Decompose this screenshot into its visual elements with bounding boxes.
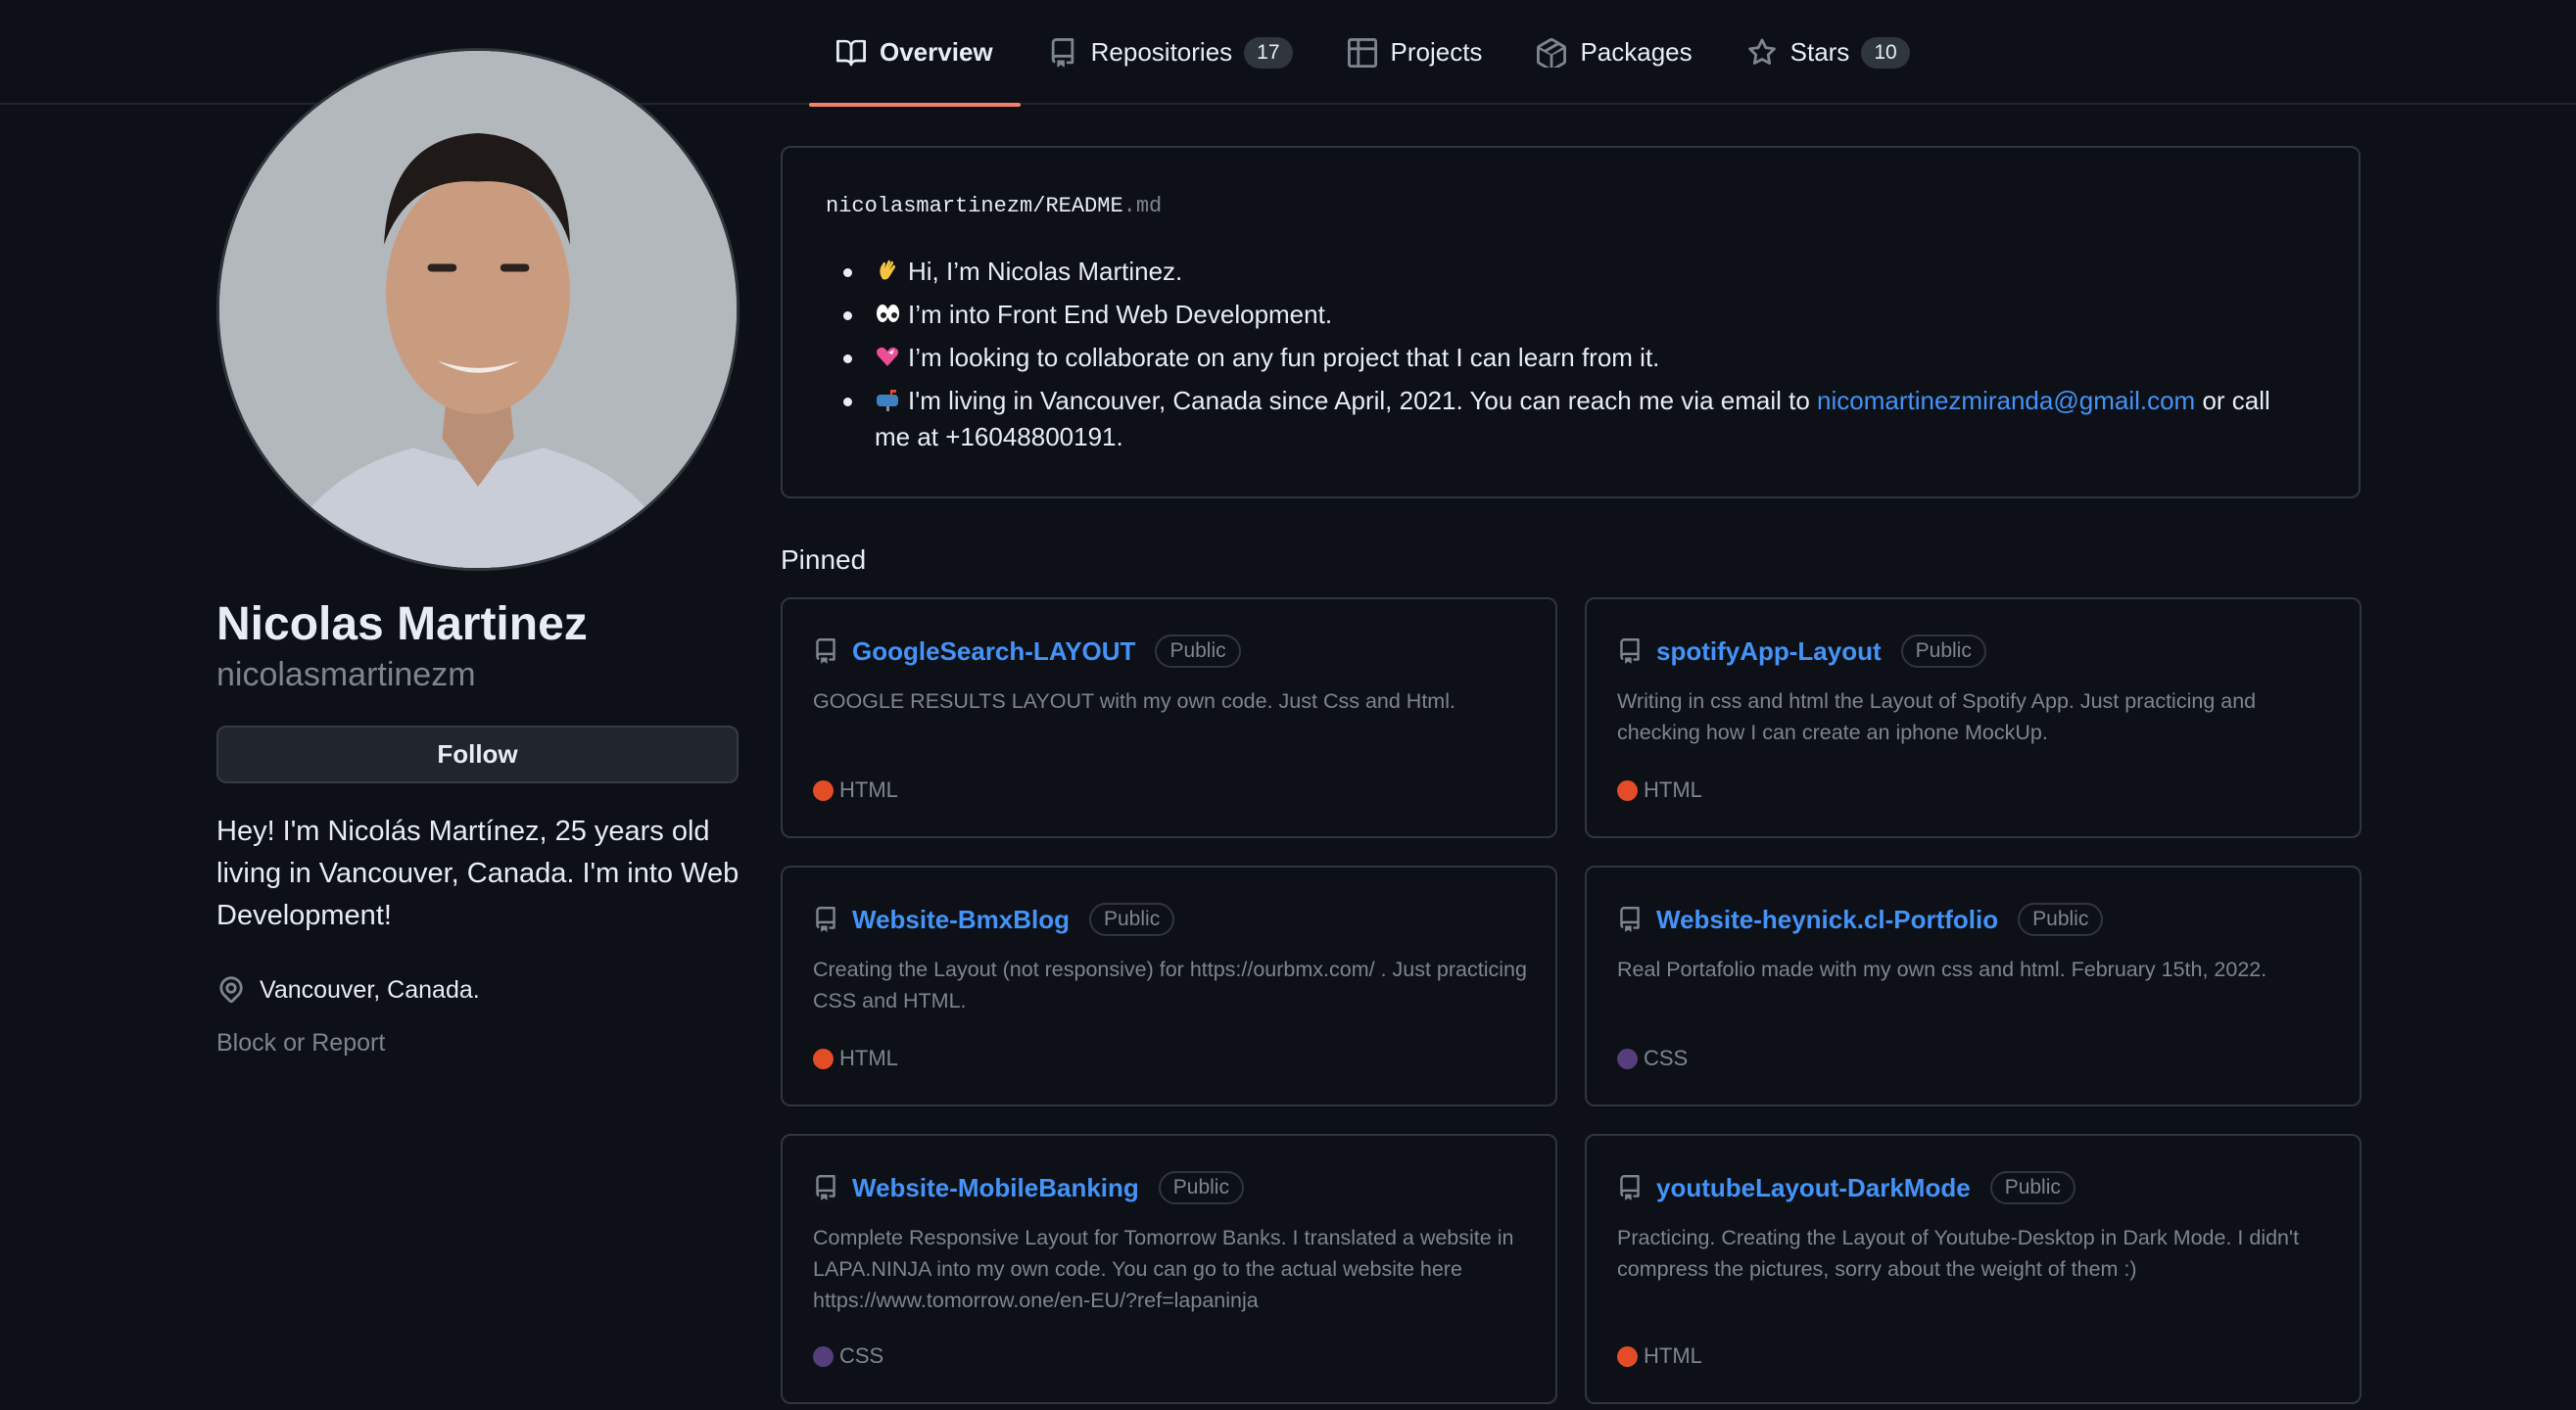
visibility-badge: Public xyxy=(1900,634,1986,668)
repo-language: HTML xyxy=(813,777,898,803)
repo-description: Creating the Layout (not responsive) for… xyxy=(813,958,1527,1012)
repo-name-link[interactable]: spotifyApp-Layout xyxy=(1656,636,1882,667)
profile-tabs: Overview Repositories 17 Projects Packag… xyxy=(809,0,1937,107)
readme-item-text: I’m looking to collaborate on any fun pr… xyxy=(908,343,1660,372)
language-name: HTML xyxy=(1644,1343,1702,1368)
stars-count: 10 xyxy=(1861,36,1910,69)
repo-icon xyxy=(1617,907,1643,932)
language-color-dot xyxy=(813,1048,834,1069)
repo-language: HTML xyxy=(813,1046,898,1071)
repo-icon xyxy=(813,1175,838,1200)
readme-file[interactable]: README xyxy=(1045,194,1122,218)
pinned-repo-card: spotifyApp-Layout Public Writing in css … xyxy=(1585,597,2361,838)
block-or-report-link[interactable]: Block or Report xyxy=(216,1029,385,1058)
repo-name-link[interactable]: Website-MobileBanking xyxy=(852,1173,1139,1203)
tab-overview[interactable]: Overview xyxy=(809,0,1021,107)
package-icon xyxy=(1537,37,1567,68)
repo-language: CSS xyxy=(813,1343,883,1369)
visibility-badge: Public xyxy=(1089,903,1175,936)
repo-language: HTML xyxy=(1617,777,1702,803)
readme-card: nicolasmartinezm/README.md Hi, I’m Nicol… xyxy=(781,146,2361,498)
tab-label: Packages xyxy=(1580,37,1693,67)
profile-name: Nicolas Martinez xyxy=(216,598,588,650)
tab-label: Overview xyxy=(880,37,993,67)
repo-description: Practicing. Creating the Layout of Youtu… xyxy=(1617,1226,2300,1281)
list-item: I'm living in Vancouver, Canada since Ap… xyxy=(843,383,2313,455)
tab-repositories[interactable]: Repositories 17 xyxy=(1021,0,1320,105)
tab-label: Repositories xyxy=(1090,37,1233,67)
readme-path: nicolasmartinezm/README.md xyxy=(826,194,1162,218)
readme-item-text: Hi, I’m Nicolas Martinez. xyxy=(908,257,1183,286)
language-color-dot xyxy=(1617,779,1638,801)
repo-icon xyxy=(813,907,838,932)
location-text: Vancouver, Canada. xyxy=(260,975,480,1004)
visibility-badge: Public xyxy=(1989,1171,2075,1204)
readme-contact-before: I'm living in Vancouver, Canada since Ap… xyxy=(908,386,1818,415)
repo-language: CSS xyxy=(1617,1046,1688,1071)
waving-hand-icon xyxy=(880,259,895,280)
language-name: HTML xyxy=(839,777,898,802)
tab-packages[interactable]: Packages xyxy=(1509,0,1719,105)
tab-label: Stars xyxy=(1789,37,1850,67)
path-separator: / xyxy=(1032,194,1046,218)
pinned-repo-card: Website-MobileBanking Public Complete Re… xyxy=(781,1134,1557,1404)
book-icon xyxy=(836,38,866,68)
repo-name-link[interactable]: youtubeLayout-DarkMode xyxy=(1656,1173,1971,1203)
tab-projects[interactable]: Projects xyxy=(1320,0,1510,105)
language-name: HTML xyxy=(1644,777,1702,802)
pinned-repo-card: GoogleSearch-LAYOUT Public GOOGLE RESULT… xyxy=(781,597,1557,838)
repo-description: Real Portafolio made with my own css and… xyxy=(1617,958,2267,981)
follow-button[interactable]: Follow xyxy=(216,726,739,783)
readme-ext: .md xyxy=(1122,194,1163,218)
list-item: Hi, I’m Nicolas Martinez. xyxy=(843,254,2313,290)
profile-location: Vancouver, Canada. xyxy=(216,975,480,1005)
visibility-badge: Public xyxy=(2018,903,2104,936)
location-icon xyxy=(219,976,243,1004)
avatar[interactable] xyxy=(216,48,739,571)
language-name: HTML xyxy=(839,1046,898,1070)
pinned-repo-card: Website-heynick.cl-Portfolio Public Real… xyxy=(1585,866,2361,1106)
email-link[interactable]: nicomartinezmiranda@gmail.com xyxy=(1817,386,2195,415)
language-color-dot xyxy=(1617,1345,1638,1367)
table-icon xyxy=(1347,37,1377,68)
visibility-badge: Public xyxy=(1155,634,1241,668)
pinned-repo-card: youtubeLayout-DarkMode Public Practicing… xyxy=(1585,1134,2361,1404)
language-color-dot xyxy=(813,779,834,801)
profile-bio: Hey! I'm Nicolás Martínez, 25 years old … xyxy=(216,816,739,931)
repo-name-link[interactable]: Website-BmxBlog xyxy=(852,905,1070,935)
visibility-badge: Public xyxy=(1158,1171,1244,1204)
repo-name-link[interactable]: Website-heynick.cl-Portfolio xyxy=(1656,905,1998,935)
repo-language: HTML xyxy=(1617,1343,1702,1369)
repo-description: GOOGLE RESULTS LAYOUT with my own code. … xyxy=(813,689,1455,713)
heart-icon xyxy=(877,347,898,366)
tab-label: Projects xyxy=(1390,37,1483,67)
repo-name-link[interactable]: GoogleSearch-LAYOUT xyxy=(852,636,1135,667)
star-icon xyxy=(1747,37,1777,68)
pinned-repo-card: Website-BmxBlog Public Creating the Layo… xyxy=(781,866,1557,1106)
language-name: CSS xyxy=(1644,1046,1689,1070)
tab-stars[interactable]: Stars 10 xyxy=(1720,0,1937,105)
readme-list: Hi, I’m Nicolas Martinez. I’m into Front… xyxy=(843,254,2313,462)
repo-icon xyxy=(813,638,838,664)
repo-description: Writing in css and html the Layout of Sp… xyxy=(1617,689,2257,744)
repo-icon xyxy=(1048,37,1077,68)
readme-item-text: I’m into Front End Web Development. xyxy=(908,300,1333,329)
eyes-icon xyxy=(877,305,899,322)
repo-icon xyxy=(1617,1175,1643,1200)
repo-icon xyxy=(1617,638,1643,664)
language-name: CSS xyxy=(839,1343,884,1368)
repositories-count: 17 xyxy=(1244,36,1293,69)
profile-login: nicolasmartinezm xyxy=(216,656,476,693)
readme-owner[interactable]: nicolasmartinezm xyxy=(826,194,1032,218)
language-color-dot xyxy=(1617,1048,1638,1069)
repo-description: Complete Responsive Layout for Tomorrow … xyxy=(813,1226,1514,1312)
mailbox-icon xyxy=(877,390,898,411)
list-item: I’m into Front End Web Development. xyxy=(843,297,2313,333)
pinned-heading: Pinned xyxy=(781,544,867,575)
list-item: I’m looking to collaborate on any fun pr… xyxy=(843,340,2313,376)
language-color-dot xyxy=(813,1345,834,1367)
